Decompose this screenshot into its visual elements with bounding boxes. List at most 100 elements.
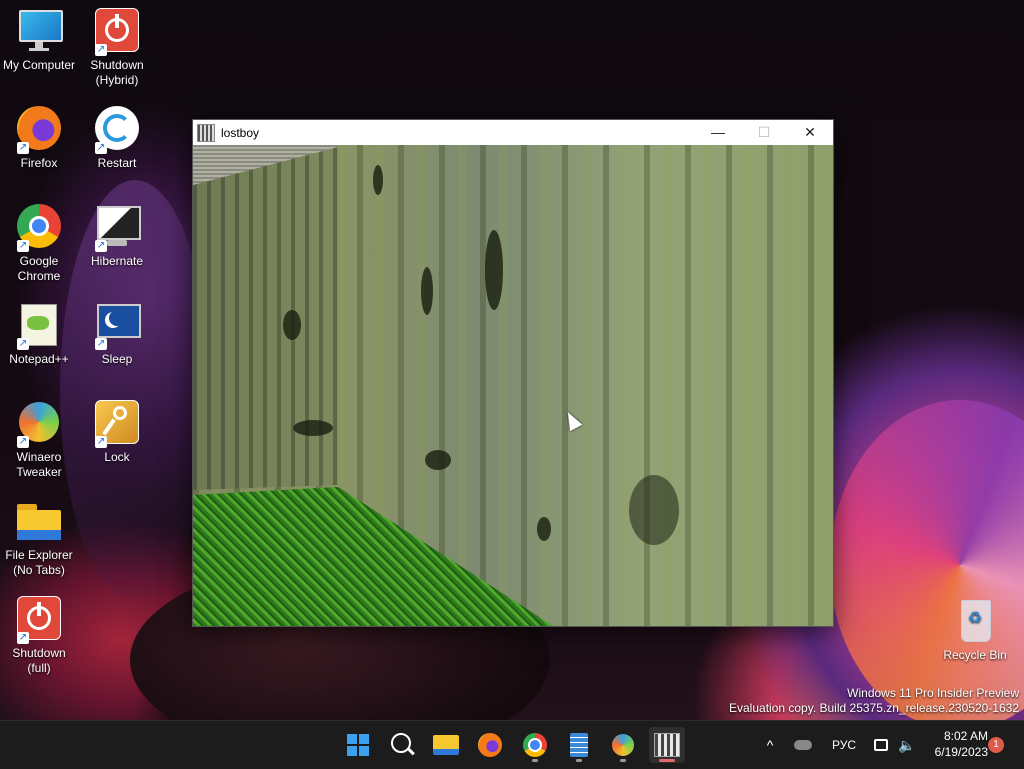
wall-stain bbox=[425, 450, 451, 470]
desktop-icon-notepadpp[interactable]: ↗ Notepad++ bbox=[0, 300, 78, 367]
desktop-icon-restart[interactable]: ↗ Restart bbox=[78, 104, 156, 171]
search-icon bbox=[391, 733, 415, 756]
desktop-icon-lock[interactable]: ↗ Lock bbox=[78, 398, 156, 465]
shortcut-arrow-icon: ↗ bbox=[95, 142, 107, 154]
minimize-button[interactable]: — bbox=[695, 120, 741, 145]
running-indicator bbox=[659, 759, 675, 762]
hibernate-icon: ↗ bbox=[93, 202, 141, 252]
desktop-icon-my-computer[interactable]: My Computer bbox=[0, 6, 78, 73]
folder-icon bbox=[15, 496, 63, 544]
notification-badge[interactable]: 1 bbox=[988, 737, 1004, 753]
notepad-icon bbox=[570, 733, 588, 757]
taskbar: ^ РУС 🔈 8:02 AM 6/19/2023 1 bbox=[0, 720, 1024, 769]
windows-watermark: Windows 11 Pro Insider Preview Evaluatio… bbox=[729, 686, 1019, 716]
network-icon[interactable] bbox=[874, 739, 889, 751]
system-tray: ^ РУС 🔈 bbox=[760, 721, 916, 769]
desktop-icon-label: Recycle Bin bbox=[943, 648, 1007, 662]
shortcut-arrow-icon: ↗ bbox=[17, 142, 29, 154]
desktop-icon-file-explorer[interactable]: File Explorer (No Tabs) bbox=[0, 496, 78, 578]
power-icon: ↗ bbox=[15, 594, 63, 644]
taskbar-clock[interactable]: 8:02 AM 6/19/2023 bbox=[935, 728, 988, 760]
taskbar-file-explorer[interactable] bbox=[428, 727, 464, 763]
game-viewport[interactable] bbox=[193, 145, 833, 626]
file-explorer-icon bbox=[433, 735, 459, 755]
watermark-line: Evaluation copy. Build 25375.zn_release.… bbox=[729, 701, 1019, 715]
search-button[interactable] bbox=[385, 727, 421, 763]
desktop-icon-hibernate[interactable]: ↗ Hibernate bbox=[78, 202, 156, 269]
notepadpp-icon: ↗ bbox=[15, 300, 63, 350]
taskbar-lostboy[interactable] bbox=[649, 727, 685, 763]
desktop-icon-label: File Explorer (No Tabs) bbox=[5, 548, 73, 577]
lostboy-icon bbox=[654, 733, 680, 757]
running-indicator bbox=[532, 759, 538, 762]
start-icon bbox=[347, 734, 369, 756]
show-hidden-icons-button[interactable]: ^ bbox=[760, 737, 780, 753]
shortcut-arrow-icon: ↗ bbox=[17, 338, 29, 350]
wallpaper-swirl bbox=[830, 400, 1024, 720]
wall-stain bbox=[421, 267, 433, 315]
desktop-icon-label: Google Chrome bbox=[17, 254, 61, 283]
desktop-icon-label: Notepad++ bbox=[9, 352, 69, 366]
chrome-icon bbox=[523, 733, 547, 757]
language-indicator[interactable]: РУС bbox=[832, 738, 856, 752]
clock-time: 8:02 AM bbox=[943, 729, 988, 743]
power-icon: ↗ bbox=[93, 6, 141, 56]
volume-icon[interactable]: 🔈 bbox=[898, 737, 915, 754]
desktop-icon-label: Lock bbox=[104, 450, 130, 464]
taskbar-notepad[interactable] bbox=[561, 727, 597, 763]
recycle-bin-icon: ♻ bbox=[951, 596, 999, 644]
taskbar-firefox[interactable] bbox=[472, 727, 508, 763]
window-title: lostboy bbox=[221, 125, 260, 140]
taskbar-chrome[interactable] bbox=[517, 727, 553, 763]
watermark-line: Windows 11 Pro Insider Preview bbox=[847, 686, 1019, 700]
close-button[interactable]: ✕ bbox=[787, 120, 833, 145]
shortcut-arrow-icon: ↗ bbox=[17, 240, 29, 252]
shortcut-arrow-icon: ↗ bbox=[17, 632, 29, 644]
desktop-icon-shutdown-full[interactable]: ↗ Shutdown (full) bbox=[0, 594, 78, 676]
wall-stain bbox=[283, 310, 301, 340]
wall-stain bbox=[537, 517, 551, 541]
desktop-icon-google-chrome[interactable]: ↗ Google Chrome bbox=[0, 202, 78, 284]
restart-icon: ↗ bbox=[93, 104, 141, 154]
start-button[interactable] bbox=[340, 727, 376, 763]
chrome-icon: ↗ bbox=[15, 202, 63, 252]
lostboy-app-icon bbox=[197, 123, 215, 142]
shortcut-arrow-icon: ↗ bbox=[95, 240, 107, 252]
shortcut-arrow-icon: ↗ bbox=[95, 44, 107, 56]
wall-stain bbox=[373, 165, 383, 195]
desktop-icon-recycle-bin[interactable]: ♻ Recycle Bin bbox=[936, 596, 1014, 663]
running-indicator bbox=[576, 759, 582, 762]
shortcut-arrow-icon: ↗ bbox=[17, 436, 29, 448]
window-titlebar[interactable]: lostboy — ☐ ✕ bbox=[193, 120, 833, 145]
wall-stain bbox=[293, 420, 333, 436]
firefox-icon: ↗ bbox=[15, 104, 63, 154]
clock-date: 6/19/2023 bbox=[934, 745, 988, 759]
window-controls: — ☐ ✕ bbox=[695, 120, 833, 145]
desktop-icon-label: Hibernate bbox=[90, 254, 144, 268]
desktop-icon-label: Shutdown (full) bbox=[12, 646, 66, 675]
running-indicator bbox=[620, 759, 626, 762]
winaero-icon: ↗ bbox=[15, 398, 63, 448]
winaero-icon bbox=[612, 734, 634, 756]
desktop-icon-label: Restart bbox=[97, 156, 137, 170]
desktop-icon-sleep[interactable]: ↗ Sleep bbox=[78, 300, 156, 367]
shortcut-arrow-icon: ↗ bbox=[95, 338, 107, 350]
desktop-icon-winaero-tweaker[interactable]: ↗ Winaero Tweaker bbox=[0, 398, 78, 480]
shortcut-arrow-icon: ↗ bbox=[95, 436, 107, 448]
desktop-icon-firefox[interactable]: ↗ Firefox bbox=[0, 104, 78, 171]
desktop-icon-label: My Computer bbox=[2, 58, 76, 72]
maximize-button[interactable]: ☐ bbox=[741, 120, 787, 145]
wall-stain bbox=[629, 475, 679, 545]
monitor-icon bbox=[15, 6, 63, 54]
wall-stain bbox=[485, 230, 503, 310]
desktop-icon-shutdown-hybrid[interactable]: ↗ Shutdown (Hybrid) bbox=[78, 6, 156, 88]
mouse-cursor bbox=[561, 408, 583, 432]
lostboy-window[interactable]: lostboy — ☐ ✕ bbox=[192, 119, 834, 627]
firefox-icon bbox=[478, 733, 502, 757]
game-grass-floor bbox=[193, 487, 553, 626]
key-icon: ↗ bbox=[93, 398, 141, 448]
sleep-icon: ↗ bbox=[93, 300, 141, 350]
onedrive-icon[interactable] bbox=[794, 740, 812, 750]
taskbar-winaero[interactable] bbox=[605, 727, 641, 763]
desktop-icon-label: Shutdown (Hybrid) bbox=[90, 58, 144, 87]
